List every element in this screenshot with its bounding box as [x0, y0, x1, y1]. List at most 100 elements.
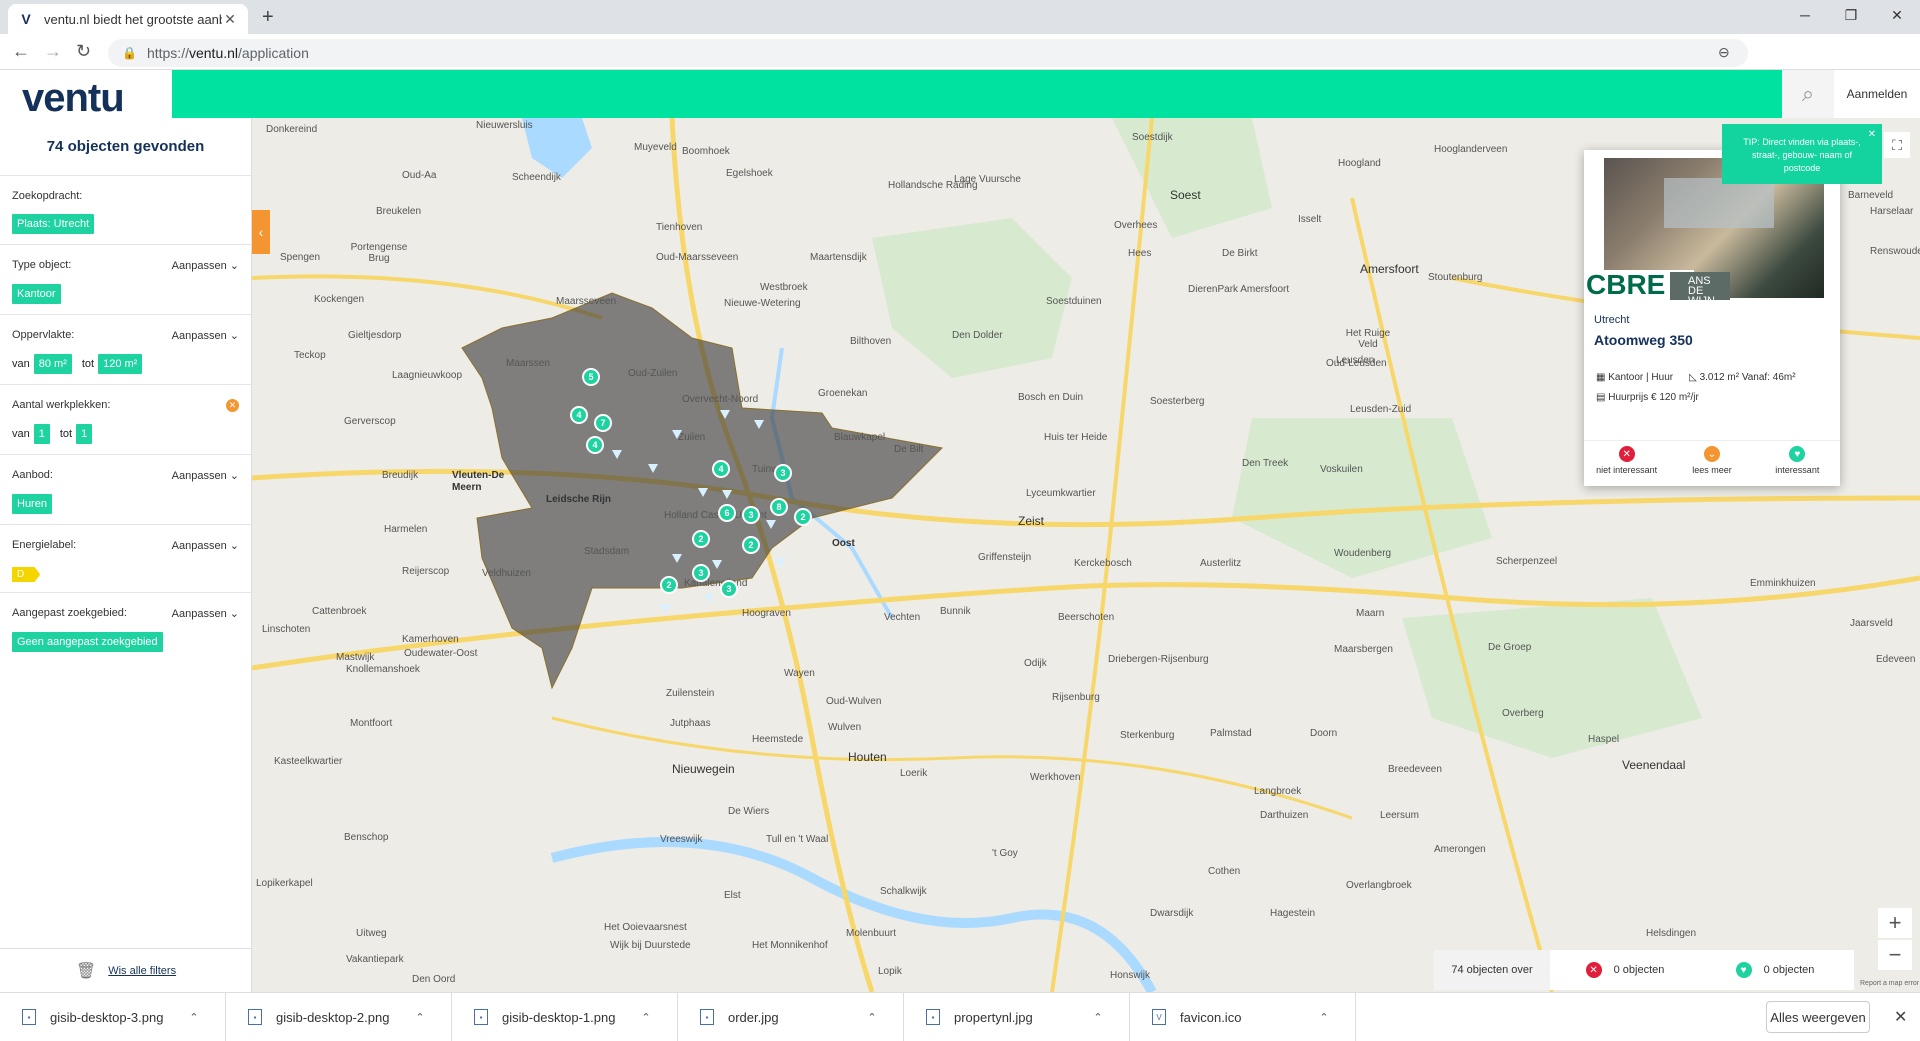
chevron-up-icon[interactable]: ⌃	[174, 1011, 214, 1024]
map-marker-icon[interactable]	[754, 420, 764, 429]
chevron-up-icon[interactable]: ⌃	[1078, 1011, 1118, 1024]
place-label: Het Monnikenhof	[752, 940, 828, 951]
map-cluster-pin[interactable]: 2	[794, 508, 812, 526]
forward-icon[interactable]: →	[44, 41, 62, 62]
tab-close-icon[interactable]: ✕	[222, 11, 238, 28]
map-marker-icon[interactable]	[648, 464, 658, 473]
map-marker-icon[interactable]	[672, 554, 682, 563]
map-cluster-pin[interactable]: 2	[692, 530, 710, 548]
back-icon[interactable]: ←	[12, 41, 30, 62]
map-marker-icon[interactable]	[720, 410, 730, 419]
zoom-icon[interactable]: ⊖	[1718, 44, 1730, 61]
ventu-logo[interactable]: ventu	[22, 76, 125, 121]
filter-chip-type[interactable]: Kantoor	[12, 284, 61, 304]
chevron-up-icon[interactable]: ⌃	[400, 1011, 440, 1024]
download-item[interactable]: ▪ gisib-desktop-2.png ⌃	[226, 993, 452, 1041]
remove-filter-icon[interactable]: ✕	[226, 399, 239, 412]
chevron-up-icon[interactable]: ⌃	[626, 1011, 666, 1024]
workplaces-from-chip[interactable]: 1	[33, 424, 50, 444]
map-marker-icon[interactable]	[776, 558, 786, 567]
map-marker-icon[interactable]	[704, 594, 714, 603]
browser-tab[interactable]: V ventu.nl biedt het grootste aanbo ✕	[8, 4, 248, 34]
adjust-link[interactable]: Aanpassen ⌄	[172, 607, 239, 620]
map-marker-icon[interactable]	[766, 520, 776, 529]
close-tip-icon[interactable]: ✕	[1868, 128, 1876, 141]
map-marker-icon[interactable]	[698, 488, 708, 497]
map-marker-icon[interactable]	[712, 560, 722, 569]
not-interested-count[interactable]: ✕ 0 objecten	[1550, 962, 1700, 978]
filter-chip-place[interactable]: Plaats: Utrecht	[12, 214, 95, 234]
map-cluster-pin[interactable]: 4	[570, 406, 588, 424]
clear-filters-link[interactable]: Wis alle filters	[108, 965, 176, 977]
download-item[interactable]: ▪ propertynl.jpg ⌃	[904, 993, 1130, 1041]
zoom-in-button[interactable]: +	[1878, 908, 1912, 938]
map-cluster-pin[interactable]: 8	[770, 498, 788, 516]
restore-icon[interactable]: ❐	[1828, 0, 1874, 30]
place-label: Breudijk	[382, 470, 419, 481]
new-tab-icon[interactable]: +	[262, 6, 274, 29]
map-cluster-pin[interactable]: 3	[692, 564, 710, 582]
adjust-link[interactable]: Aanpassen ⌄	[172, 259, 239, 272]
adjust-link[interactable]: Aanpassen ⌄	[172, 329, 239, 342]
area-to-chip[interactable]: 120 m²	[98, 354, 143, 374]
not-interested-button[interactable]: ✕ niet interessant	[1584, 441, 1669, 480]
filter-energy: Energielabel: Aanpassen ⌄ D	[0, 525, 251, 593]
place-label: Soest	[1170, 188, 1201, 202]
minimize-icon[interactable]: ─	[1782, 0, 1828, 30]
reload-icon[interactable]: ↻	[76, 41, 91, 62]
interested-count[interactable]: ♥ 0 objecten	[1700, 962, 1850, 978]
place-label: Soestdijk	[1132, 132, 1173, 143]
area-from-chip[interactable]: 80 m²	[33, 354, 72, 374]
map-cluster-pin[interactable]: 2	[660, 576, 678, 594]
map-cluster-pin[interactable]: 3	[774, 464, 792, 482]
fullscreen-icon[interactable]: ⛶	[1884, 132, 1910, 158]
chevron-up-icon[interactable]: ⌃	[852, 1011, 892, 1024]
map-cluster-pin[interactable]: 6	[718, 504, 736, 522]
property-address[interactable]: Atoomweg 350	[1594, 332, 1693, 348]
map-marker-icon[interactable]	[660, 604, 670, 613]
map-error-link[interactable]: Report a map error	[1860, 980, 1919, 987]
price-icon: ▤	[1596, 392, 1606, 403]
collapse-sidebar-button[interactable]: ‹	[252, 210, 270, 254]
energy-label-badge[interactable]: D	[12, 567, 41, 582]
place-label: Oost	[832, 538, 855, 549]
close-downloads-icon[interactable]: ✕	[1894, 1007, 1907, 1027]
chevron-up-icon[interactable]: ⌃	[1304, 1011, 1344, 1024]
clear-filters[interactable]: 🗑 Wis alle filters	[0, 948, 252, 992]
map-cluster-pin[interactable]: 7	[594, 414, 612, 432]
download-item[interactable]: ▪ order.jpg ⌃	[678, 993, 904, 1041]
map-cluster-pin[interactable]: 4	[586, 436, 604, 454]
place-label: Veenendaal	[1622, 758, 1686, 772]
place-label: Elst	[724, 890, 741, 901]
place-label: Palmstad	[1210, 728, 1252, 739]
map-cluster-pin[interactable]: 3	[720, 580, 738, 598]
download-item[interactable]: ▪ gisib-desktop-3.png ⌃	[0, 993, 226, 1041]
map-cluster-pin[interactable]: 3	[742, 506, 760, 524]
download-item[interactable]: ▪ gisib-desktop-1.png ⌃	[452, 993, 678, 1041]
close-window-icon[interactable]: ✕	[1874, 0, 1920, 30]
filter-chip-offer[interactable]: Huren	[12, 494, 52, 514]
download-item[interactable]: V favicon.ico ⌃	[1130, 993, 1356, 1041]
adjust-link[interactable]: Aanpassen ⌄	[172, 469, 239, 482]
map-cluster-pin[interactable]: 2	[742, 536, 760, 554]
workplaces-to-chip[interactable]: 1	[76, 424, 93, 444]
read-more-button[interactable]: ⌄ lees meer	[1669, 441, 1754, 480]
map-cluster-pin[interactable]: 4	[712, 460, 730, 478]
adjust-link[interactable]: Aanpassen ⌄	[172, 539, 239, 552]
filter-title: Energielabel:	[12, 539, 77, 551]
place-label: Spengen	[280, 252, 321, 263]
map-marker-icon[interactable]	[672, 430, 682, 439]
show-all-downloads-button[interactable]: Alles weergeven	[1766, 1001, 1870, 1033]
login-link[interactable]: Aanmelden	[1834, 70, 1920, 118]
interested-button[interactable]: ♥ interessant	[1755, 441, 1840, 480]
map-marker-icon[interactable]	[722, 490, 732, 499]
map-cluster-pin[interactable]: 5	[582, 368, 600, 386]
url-field[interactable]: 🔒 https://ventu.nl/application ⊖	[108, 39, 1748, 67]
property-card[interactable]: CBRE ANS DE WIJN Utrecht Atoomweg 350 ▦ K…	[1584, 150, 1840, 486]
zoom-out-button[interactable]: −	[1878, 940, 1912, 970]
map-marker-icon[interactable]	[612, 450, 622, 459]
search-icon[interactable]: ⌕	[1782, 70, 1834, 118]
filter-search: Zoekopdracht: Plaats: Utrecht	[0, 176, 251, 245]
filter-chip-custom-area[interactable]: Geen aangepast zoekgebied	[12, 632, 163, 652]
ventu-favicon-icon: V	[21, 11, 31, 27]
